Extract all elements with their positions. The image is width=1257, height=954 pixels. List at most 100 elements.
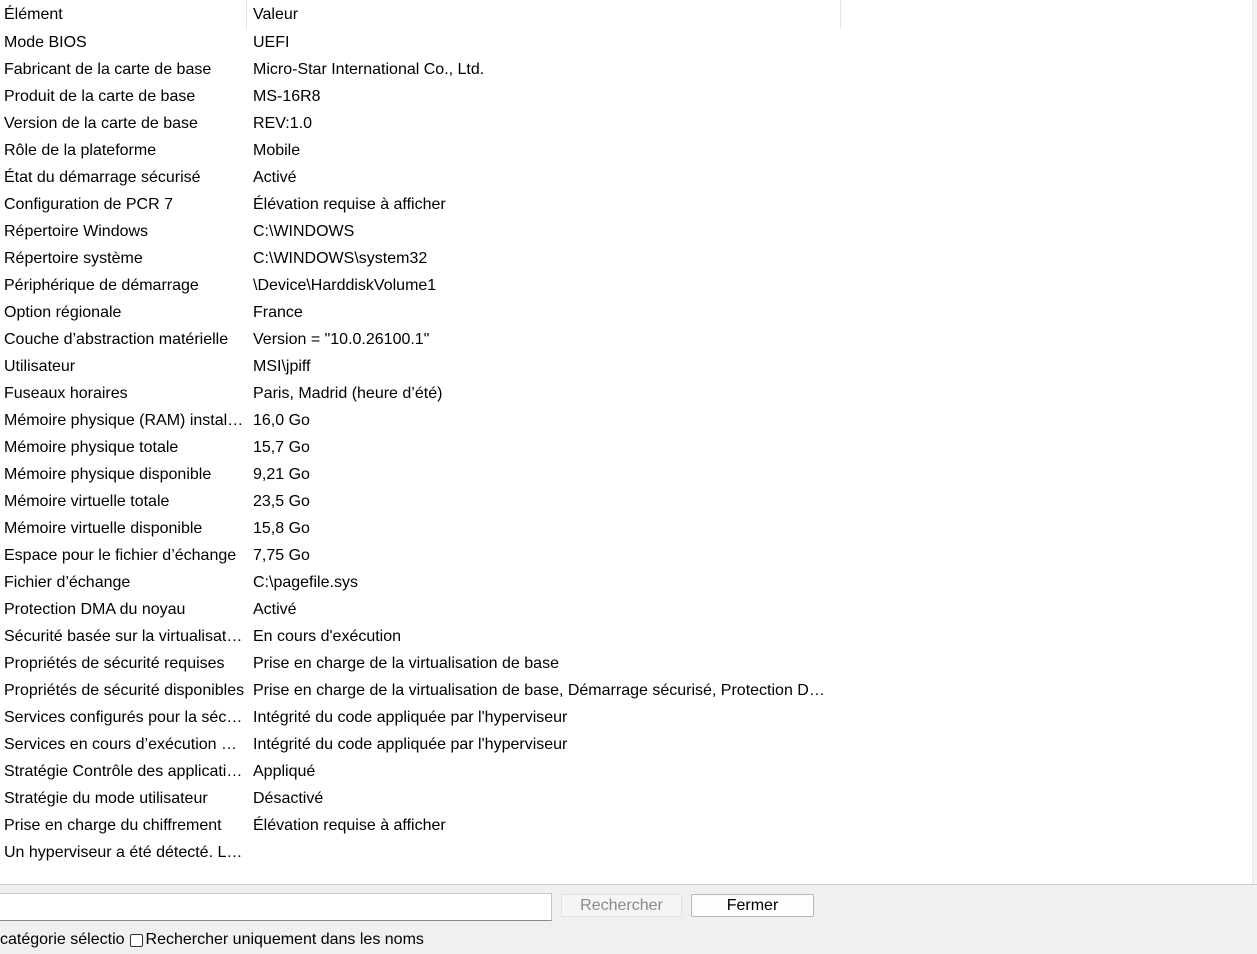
row-value-cell [247,839,841,866]
row-value-cell: Micro-Star International Co., Ltd. [253,61,485,78]
row-item-cell: Périphérique de démarrage [4,277,199,294]
table-row[interactable]: État du démarrage sécurisé Activé [0,164,841,191]
search-panel: Rechercher Fermer catégorie sélectio Rec… [0,884,1257,954]
table-row[interactable]: Mémoire virtuelle disponible 15,8 Go [0,515,841,542]
row-value-cell: Appliqué [253,763,316,780]
search-button[interactable]: Rechercher [561,894,682,917]
row-item-cell: Rôle de la plateforme [4,142,157,159]
row-value-cell: 9,21 Go [253,466,310,483]
vertical-scrollbar[interactable] [1252,0,1257,884]
row-value-cell: 23,5 Go [253,493,310,510]
row-value-cell: En cours d'exécution [253,628,402,645]
row-item-cell: Mémoire physique totale [4,439,179,456]
row-item-cell: Propriétés de sécurité requises [4,655,225,672]
list-header: Élément Valeur [0,0,841,29]
row-value-cell: 16,0 Go [253,412,310,429]
system-summary-list[interactable]: Élément Valeur Mode BIOS UEFI Fabricant de… [0,0,1257,884]
table-row[interactable]: Espace pour le fichier d’échange 7,75 Go [0,542,841,569]
row-value-cell: France [253,304,303,321]
table-row[interactable]: Mode BIOS UEFI [0,29,841,56]
row-value-cell: Version = "10.0.26100.1" [253,331,430,348]
system-info-window: Élément Valeur Mode BIOS UEFI Fabricant de… [0,0,1257,954]
table-row[interactable]: Fabricant de la carte de base Micro-Star … [0,56,841,83]
row-item-cell: Un hyperviseur a été détecté. Les foncti… [4,844,247,861]
row-item-cell: Propriétés de sécurité disponibles [4,682,245,699]
table-row[interactable]: Option régionale France [0,299,841,326]
row-value-cell: Activé [253,601,297,618]
table-row[interactable]: Fuseaux horaires Paris, Madrid (heure d’é… [0,380,841,407]
table-row[interactable]: Rôle de la plateforme Mobile [0,137,841,164]
row-item-cell: Services configurés pour la sécurité [4,709,247,726]
table-row[interactable]: Prise en charge du chiffrement Élévation … [0,812,841,839]
row-item-cell: Stratégie du mode utilisateur [4,790,208,807]
table-row[interactable]: Services en cours d’exécution pour la sé… [0,731,841,758]
table-row[interactable]: Sécurité basée sur la virtualisation En c… [0,623,841,650]
row-item-cell: Espace pour le fichier d’échange [4,547,237,564]
row-item-cell: Protection DMA du noyau [4,601,186,618]
row-value-cell: \Device\HarddiskVolume1 [253,277,437,294]
row-item-cell: Mémoire virtuelle disponible [4,520,203,537]
table-row[interactable]: Stratégie Contrôle des applications Appli… [0,758,841,785]
row-item-cell: Fuseaux horaires [4,385,128,402]
row-value-cell: Élévation requise à afficher [253,817,446,834]
table-row[interactable]: Un hyperviseur a été détecté. Les foncti… [0,839,841,866]
row-item-cell: Mémoire physique (RAM) installée [4,412,247,429]
row-item-cell: Services en cours d’exécution pour la sé… [4,736,247,753]
row-item-cell: Mémoire virtuelle totale [4,493,170,510]
table-row[interactable]: Mémoire virtuelle totale 23,5 Go [0,488,841,515]
table-row[interactable]: Propriétés de sécurité disponibles Prise … [0,677,841,704]
table-row[interactable]: Couche d’abstraction matérielle Version =… [0,326,841,353]
row-item-cell: Répertoire Windows [4,223,149,240]
table-row[interactable]: Répertoire système C:\WINDOWS\system32 [0,245,841,272]
table-row[interactable]: Protection DMA du noyau Activé [0,596,841,623]
row-item-cell: Mémoire physique disponible [4,466,212,483]
row-item-cell: Version de la carte de base [4,115,198,132]
list-rows: Mode BIOS UEFI Fabricant de la carte de ba… [0,29,841,866]
table-row[interactable]: Fichier d’échange C:\pagefile.sys [0,569,841,596]
row-value-cell: C:\WINDOWS\system32 [253,250,428,267]
table-row[interactable]: Mémoire physique (RAM) installée 16,0 Go [0,407,841,434]
names-only-label[interactable]: Rechercher uniquement dans les noms [146,929,424,951]
row-value-cell: Intégrité du code appliquée par l'hyperv… [253,736,568,753]
row-item-cell: Produit de la carte de base [4,88,196,105]
table-row[interactable]: Mémoire physique totale 15,7 Go [0,434,841,461]
table-row[interactable]: Mémoire physique disponible 9,21 Go [0,461,841,488]
table-row[interactable]: Configuration de PCR 7 Élévation requise … [0,191,841,218]
column-header-item[interactable]: Élément [0,0,247,29]
column-header-value[interactable]: Valeur [247,0,841,29]
row-value-cell: Élévation requise à afficher [253,196,446,213]
names-only-checkbox[interactable] [129,933,143,947]
table-row[interactable]: Version de la carte de base REV:1.0 [0,110,841,137]
row-value-cell: 15,7 Go [253,439,310,456]
table-row[interactable]: Produit de la carte de base MS-16R8 [0,83,841,110]
row-value-cell: Intégrité du code appliquée par l'hyperv… [253,709,568,726]
row-item-cell: Couche d’abstraction matérielle [4,331,229,348]
row-value-cell: C:\pagefile.sys [253,574,358,591]
row-value-cell: 15,8 Go [253,520,310,537]
row-value-cell: 7,75 Go [253,547,310,564]
row-value-cell: Désactivé [253,790,324,807]
row-value-cell: MSI\jpiff [253,358,311,375]
row-item-cell: Prise en charge du chiffrement [4,817,222,834]
table-row[interactable]: Répertoire Windows C:\WINDOWS [0,218,841,245]
row-item-cell: Fichier d’échange [4,574,131,591]
row-value-cell: C:\WINDOWS [253,223,355,240]
row-value-cell: Prise en charge de la virtualisation de … [253,655,559,672]
row-item-cell: Configuration de PCR 7 [4,196,173,213]
row-item-cell: Sécurité basée sur la virtualisation [4,628,247,645]
row-item-cell: Fabricant de la carte de base [4,61,212,78]
close-button[interactable]: Fermer [691,894,814,917]
row-item-cell: État du démarrage sécurisé [4,169,201,186]
table-row[interactable]: Utilisateur MSI\jpiff [0,353,841,380]
table-row[interactable]: Périphérique de démarrage \Device\Harddis… [0,272,841,299]
table-row[interactable]: Services configurés pour la sécurité Inté… [0,704,841,731]
search-options: catégorie sélectio Rechercher uniquement… [0,929,452,951]
search-input[interactable] [0,893,552,921]
row-item-cell: Stratégie Contrôle des applications [4,763,247,780]
row-value-cell: UEFI [253,34,290,51]
table-row[interactable]: Propriétés de sécurité requises Prise en … [0,650,841,677]
row-value-cell: Prise en charge de la virtualisation de … [253,682,833,699]
row-item-cell: Répertoire système [4,250,143,267]
table-row[interactable]: Stratégie du mode utilisateur Désactivé [0,785,841,812]
row-value-cell: Paris, Madrid (heure d’été) [253,385,443,402]
